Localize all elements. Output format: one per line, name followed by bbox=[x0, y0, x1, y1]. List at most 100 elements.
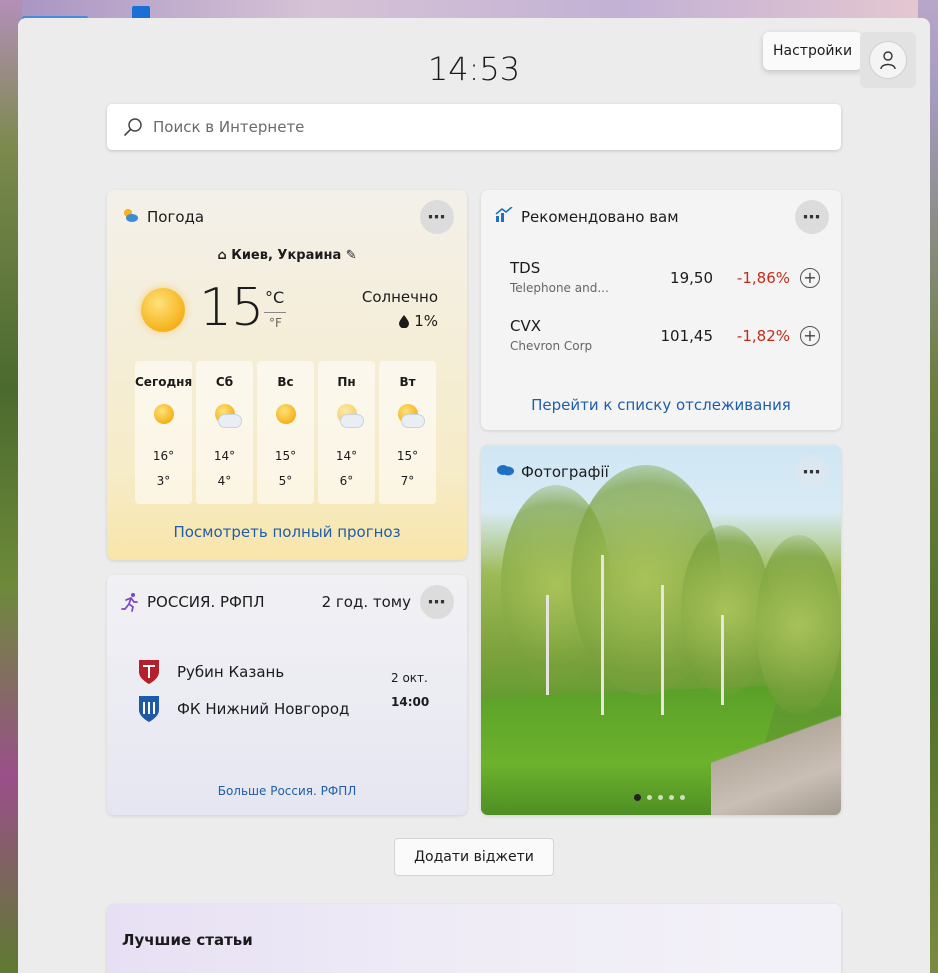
watchlist-link[interactable]: Перейти к списку отслеживания bbox=[481, 396, 841, 414]
day-name: Вт bbox=[399, 375, 416, 389]
partly-cloudy-icon bbox=[395, 401, 424, 427]
weather-condition: Солнечно bbox=[361, 288, 438, 306]
forecast-days: Сегодня 16° 3° Сб 14° 4° Вс 15° 5° Пн 14… bbox=[135, 361, 436, 504]
rubin-logo-icon bbox=[139, 660, 159, 684]
day-high: 16° bbox=[152, 449, 175, 463]
nizhny-logo-icon bbox=[139, 696, 159, 722]
slide-dot[interactable] bbox=[634, 794, 641, 801]
sports-widget[interactable]: РОССИЯ. РФПЛ 2 год. тому ⋯ Рубин Казань … bbox=[107, 575, 467, 815]
day-high: 15° bbox=[274, 449, 297, 463]
stock-price: 101,45 bbox=[660, 327, 714, 345]
edit-icon[interactable]: ✎ bbox=[346, 248, 357, 263]
top-stories-title: Лучшие статьи bbox=[122, 931, 253, 949]
stocks-title: Рекомендовано вам bbox=[521, 208, 679, 226]
forecast-day[interactable]: Вт 15° 7° bbox=[379, 361, 436, 504]
profile-button[interactable] bbox=[860, 32, 916, 88]
stock-row[interactable]: CVX Chevron Corp 101,45 -1,82% + bbox=[510, 317, 820, 361]
sports-title: РОССИЯ. РФПЛ bbox=[147, 593, 265, 611]
weather-title: Погода bbox=[147, 208, 205, 226]
photo-trunk bbox=[661, 585, 664, 715]
sun-icon bbox=[141, 288, 185, 332]
slide-dot[interactable] bbox=[669, 795, 674, 800]
stocks-more-button[interactable]: ⋯ bbox=[795, 200, 829, 234]
add-stock-icon[interactable]: + bbox=[800, 268, 820, 288]
day-low: 3° bbox=[156, 474, 171, 488]
photos-more-button[interactable]: ⋯ bbox=[795, 455, 829, 489]
team-row[interactable]: Рубин Казань bbox=[137, 658, 284, 686]
settings-tooltip: Настройки bbox=[763, 32, 863, 70]
day-name: Сегодня bbox=[135, 375, 193, 389]
unit-celsius-toggle[interactable]: °C bbox=[265, 288, 284, 307]
slide-dot[interactable] bbox=[680, 795, 685, 800]
day-low: 7° bbox=[400, 474, 415, 488]
photos-widget[interactable]: Фотографії ⋯ bbox=[481, 445, 841, 815]
day-low: 6° bbox=[339, 474, 354, 488]
stock-chart-icon bbox=[495, 207, 513, 222]
unit-fahrenheit-toggle[interactable]: °F bbox=[269, 316, 282, 330]
day-high: 15° bbox=[396, 449, 419, 463]
search-icon bbox=[124, 118, 142, 136]
photo-tree bbox=[756, 535, 841, 715]
top-stories-section[interactable]: Лучшие статьи bbox=[107, 904, 841, 973]
team-row[interactable]: ФК Нижний Новгород bbox=[137, 695, 349, 723]
day-name: Пн bbox=[337, 375, 356, 389]
photo-path bbox=[711, 695, 841, 815]
weather-widget[interactable]: Погода ⋯ ⌂ Киев, Украина ✎ 15 °C °F Солн… bbox=[107, 190, 467, 560]
forecast-day[interactable]: Сб 14° 4° bbox=[196, 361, 253, 504]
full-forecast-link[interactable]: Посмотреть полный прогноз bbox=[107, 523, 467, 541]
team-name: Рубин Казань bbox=[177, 663, 285, 681]
forecast-day[interactable]: Вс 15° 5° bbox=[257, 361, 314, 504]
widgets-panel: 14:53 Настройки Погода ⋯ ⌂ Киев, Украина… bbox=[18, 18, 930, 973]
photo-trunk bbox=[601, 555, 604, 715]
slide-indicator bbox=[634, 794, 685, 801]
home-icon: ⌂ bbox=[217, 248, 227, 263]
add-stock-icon[interactable]: + bbox=[800, 326, 820, 346]
search-input[interactable] bbox=[153, 118, 813, 136]
match-date: 2 окт. bbox=[391, 671, 428, 685]
forecast-day[interactable]: Сегодня 16° 3° bbox=[135, 361, 192, 504]
day-high: 14° bbox=[335, 449, 358, 463]
stock-row[interactable]: TDS Telephone and... 19,50 -1,86% + bbox=[510, 259, 820, 303]
location-label: Киев, Украина bbox=[231, 248, 342, 263]
search-box[interactable] bbox=[107, 104, 841, 150]
stocks-widget[interactable]: Рекомендовано вам ⋯ TDS Telephone and...… bbox=[481, 190, 841, 430]
day-high: 14° bbox=[213, 449, 236, 463]
stock-change: -1,86% bbox=[736, 269, 790, 287]
stock-symbol: CVX bbox=[510, 317, 542, 335]
photo-trunk bbox=[721, 615, 724, 705]
day-name: Вс bbox=[277, 375, 294, 389]
cloudy-icon bbox=[334, 401, 363, 427]
slide-dot[interactable] bbox=[658, 795, 663, 800]
sun-icon bbox=[273, 401, 299, 427]
match-time: 14:00 bbox=[391, 695, 430, 709]
more-league-link[interactable]: Больше Россия. РФПЛ bbox=[107, 784, 467, 798]
weather-location[interactable]: ⌂ Киев, Украина ✎ bbox=[107, 248, 467, 263]
weather-more-button[interactable]: ⋯ bbox=[420, 200, 454, 234]
running-icon bbox=[121, 593, 138, 612]
slide-dot[interactable] bbox=[647, 795, 652, 800]
onedrive-icon bbox=[497, 465, 514, 476]
sun-icon bbox=[151, 401, 177, 427]
unit-divider bbox=[264, 312, 286, 313]
day-name: Сб bbox=[215, 375, 234, 389]
person-icon bbox=[880, 51, 896, 70]
sports-time-ago: 2 год. тому bbox=[321, 593, 411, 611]
add-widgets-button[interactable]: Додати віджети bbox=[394, 838, 554, 876]
sports-more-button[interactable]: ⋯ bbox=[420, 585, 454, 619]
current-temperature: 15 bbox=[199, 278, 264, 338]
stock-price: 19,50 bbox=[670, 269, 713, 287]
stock-name: Telephone and... bbox=[510, 281, 609, 295]
day-low: 4° bbox=[217, 474, 232, 488]
day-low: 5° bbox=[278, 474, 293, 488]
partly-cloudy-icon bbox=[212, 401, 241, 427]
photo-trunk bbox=[546, 595, 549, 695]
raindrop-icon bbox=[399, 314, 410, 328]
team-name: ФК Нижний Новгород bbox=[177, 700, 350, 718]
precipitation: 1% bbox=[399, 312, 438, 330]
stock-change: -1,82% bbox=[736, 327, 790, 345]
stock-symbol: TDS bbox=[510, 259, 541, 277]
forecast-day[interactable]: Пн 14° 6° bbox=[318, 361, 375, 504]
photos-title: Фотографії bbox=[521, 463, 609, 481]
avatar bbox=[869, 41, 907, 79]
precipitation-value: 1% bbox=[414, 312, 438, 330]
